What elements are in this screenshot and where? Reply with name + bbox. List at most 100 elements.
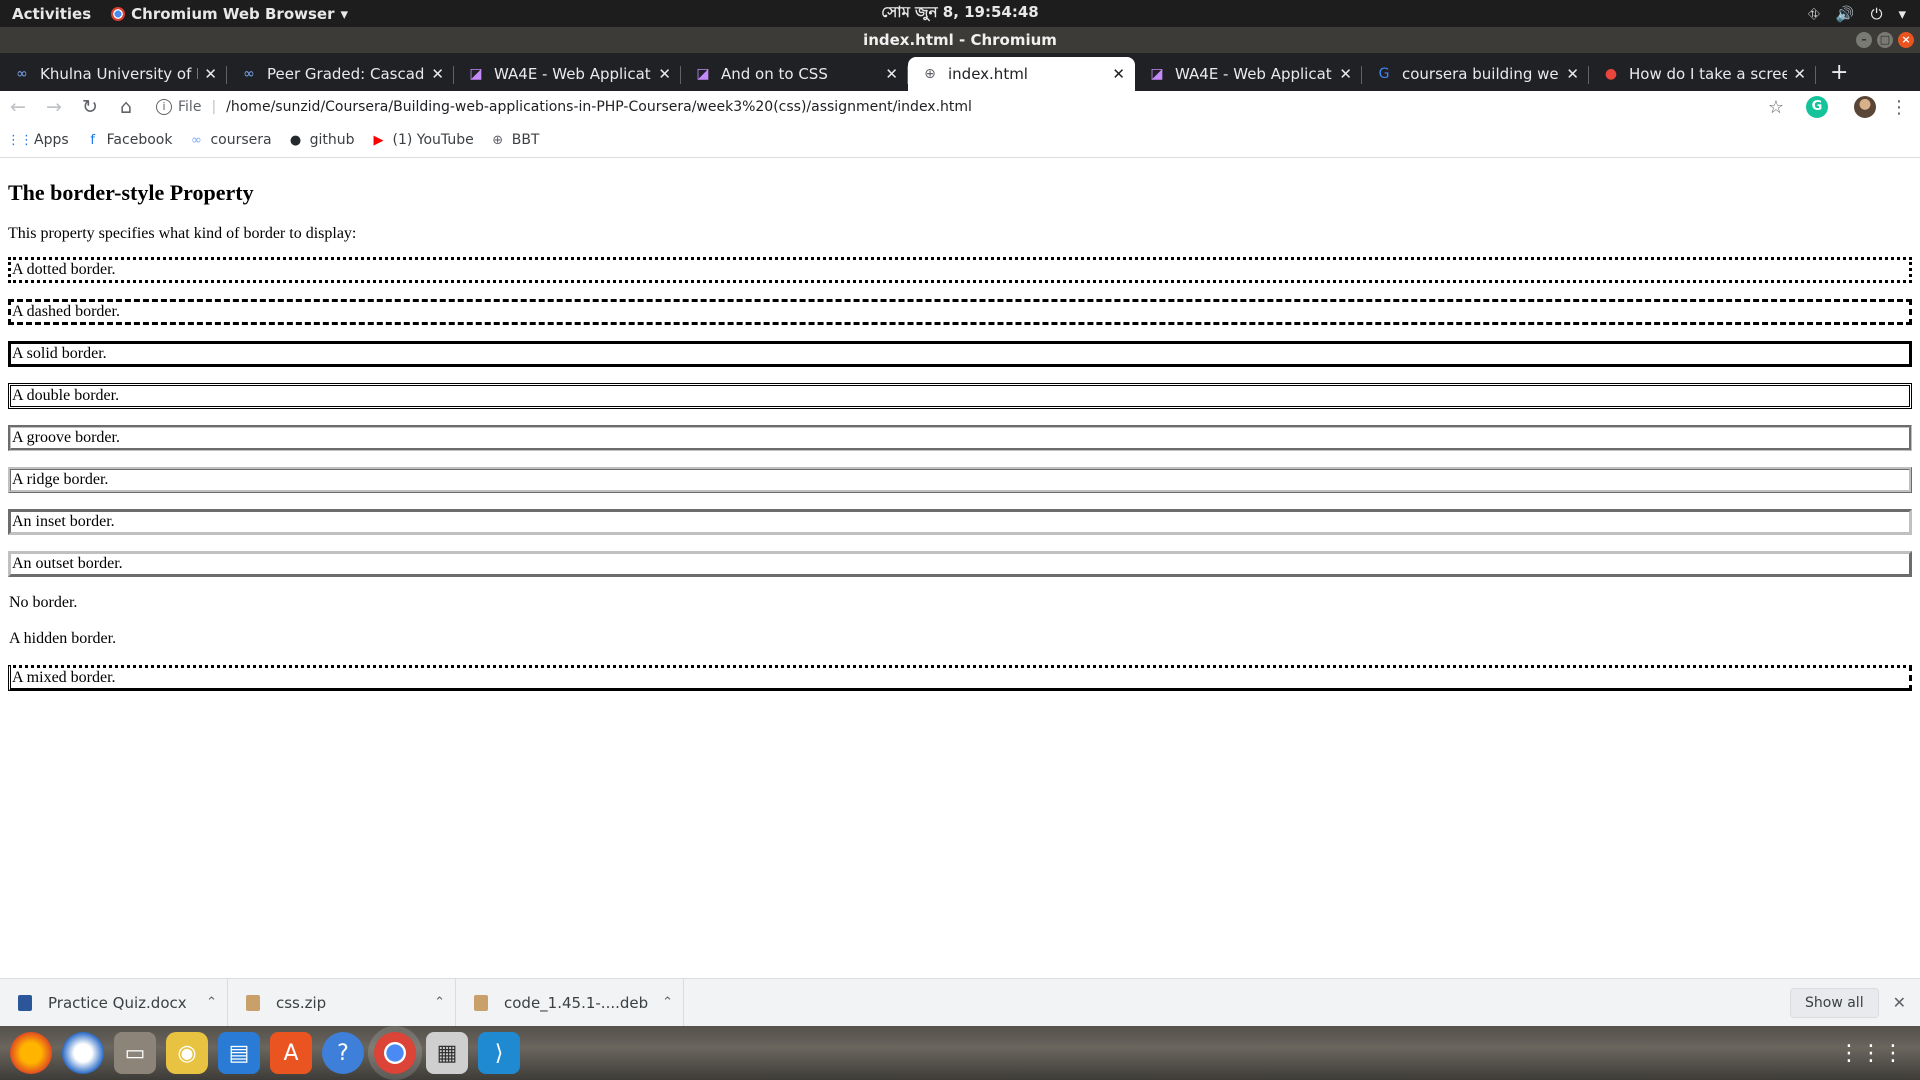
page-heading: The border-style Property bbox=[8, 180, 254, 205]
power-icon[interactable]: ⏻ bbox=[1871, 5, 1883, 23]
address-bar[interactable]: i File | /home/sunzid/Coursera/Building-… bbox=[150, 93, 1790, 121]
bookmark-coursera[interactable]: ∞ coursera bbox=[188, 132, 272, 148]
tab-3[interactable]: ◪ WA4E - Web Applications for Everybody ✕ bbox=[454, 57, 681, 91]
help-icon[interactable]: ? bbox=[322, 1032, 364, 1074]
caret-down-icon: ▾ bbox=[340, 4, 349, 23]
home-button[interactable]: ⌂ bbox=[108, 96, 144, 118]
archive-icon bbox=[246, 994, 260, 1011]
show-applications-icon[interactable]: ⋮⋮⋮ bbox=[1838, 1041, 1904, 1066]
bookmark-1-youtube[interactable]: ▶ (1) YouTube bbox=[371, 132, 474, 148]
forward-button[interactable]: → bbox=[36, 96, 72, 118]
download-filename: code_1.45.1-....deb bbox=[504, 993, 649, 1012]
tab-separator bbox=[1815, 66, 1816, 84]
window-title-bar: index.html - Chromium – □ × bbox=[0, 27, 1920, 53]
wa4e-icon: ◪ bbox=[696, 66, 710, 82]
chevron-up-icon[interactable]: ⌃ bbox=[206, 995, 217, 1010]
tab-title: WA4E - Web Applications for Everybody bbox=[1175, 65, 1333, 83]
firefox-icon[interactable] bbox=[10, 1032, 52, 1074]
files-icon[interactable]: ▭ bbox=[114, 1032, 156, 1074]
close-tab-icon[interactable]: ✕ bbox=[885, 65, 898, 83]
grammarly-extension-icon[interactable]: G bbox=[1806, 96, 1828, 118]
app-menu[interactable]: Chromium Web Browser ▾ bbox=[111, 5, 348, 23]
bookmark-facebook[interactable]: f Facebook bbox=[85, 132, 172, 148]
vscode-icon[interactable]: ⟩ bbox=[478, 1032, 520, 1074]
bookmark-label: BBT bbox=[511, 132, 540, 148]
download-item[interactable]: code_1.45.1-....deb ⌃ bbox=[456, 978, 684, 1027]
dashed-border-paragraph: A dashed border. bbox=[8, 299, 1912, 325]
back-button[interactable]: ← bbox=[0, 96, 36, 118]
none-border-paragraph: No border. bbox=[9, 594, 78, 611]
reload-button[interactable]: ↻ bbox=[72, 96, 108, 118]
border-examples: A dotted border. A dashed border. A solid … bbox=[8, 257, 1912, 691]
tab-7[interactable]: Gcoursera building web applications ✕ bbox=[1362, 57, 1589, 91]
dotted-border-paragraph: A dotted border. bbox=[8, 257, 1912, 283]
libreoffice-writer-icon[interactable]: ▤ bbox=[218, 1032, 260, 1074]
double-border-paragraph: A double border. bbox=[8, 383, 1912, 409]
tab-title: WA4E - Web Applications for Everybody bbox=[494, 65, 652, 83]
new-tab-button[interactable]: + bbox=[1830, 60, 1848, 85]
mixed-border-paragraph: A mixed border. bbox=[8, 665, 1912, 691]
kebab-menu-icon[interactable]: ⋮ bbox=[1890, 97, 1908, 118]
download-filename: Practice Quiz.docx bbox=[48, 993, 187, 1012]
close-tab-icon[interactable]: ✕ bbox=[1112, 65, 1125, 83]
software-center-icon[interactable]: A bbox=[270, 1032, 312, 1074]
maximize-button[interactable]: □ bbox=[1877, 32, 1893, 48]
download-item[interactable]: Practice Quiz.docx ⌃ bbox=[0, 978, 228, 1027]
bookmark-label: (1) YouTube bbox=[392, 132, 474, 148]
download-item[interactable]: css.zip ⌃ bbox=[228, 978, 456, 1027]
network-icon[interactable]: ⛗ bbox=[1808, 5, 1820, 23]
github-icon: ● bbox=[289, 132, 302, 148]
tab-8[interactable]: ● How do I take a screenshot ✕ bbox=[1589, 57, 1816, 91]
close-tab-icon[interactable]: ✕ bbox=[1793, 65, 1806, 83]
address-url[interactable]: /home/sunzid/Coursera/Building-web-appli… bbox=[226, 99, 972, 115]
address-scheme: File bbox=[178, 99, 202, 115]
close-tab-icon[interactable]: ✕ bbox=[204, 65, 217, 83]
tab-4[interactable]: ◪ And on to CSS ✕ bbox=[681, 57, 908, 91]
tab-1[interactable]: ∞ Khulna University of Engineering ✕ bbox=[0, 57, 227, 91]
bookmark-bbt[interactable]: ⊕ BBT bbox=[490, 132, 540, 148]
activities-button[interactable]: Activities bbox=[12, 5, 91, 23]
page-intro: This property specifies what kind of bor… bbox=[8, 225, 357, 242]
ask-icon: ● bbox=[1604, 66, 1618, 82]
tab-strip: ∞ Khulna University of Engineering ✕ ∞ Peer … bbox=[0, 53, 1920, 91]
hidden-border-paragraph: A hidden border. bbox=[9, 630, 117, 647]
download-filename: css.zip bbox=[276, 993, 327, 1012]
info-icon[interactable]: i bbox=[156, 99, 172, 115]
rhythmbox-icon[interactable]: ◉ bbox=[166, 1032, 208, 1074]
close-tab-icon[interactable]: ✕ bbox=[1339, 65, 1352, 83]
close-window-button[interactable]: × bbox=[1898, 32, 1914, 48]
document-icon bbox=[18, 994, 32, 1011]
tab-2[interactable]: ∞ Peer Graded: Cascading Style Sheets ✕ bbox=[227, 57, 454, 91]
profile-avatar[interactable] bbox=[1854, 96, 1876, 118]
chevron-up-icon[interactable]: ⌃ bbox=[434, 995, 445, 1010]
bookmark-label: github bbox=[309, 132, 355, 148]
window-title: index.html - Chromium bbox=[863, 31, 1057, 49]
tab-title: How do I take a screenshot bbox=[1629, 65, 1788, 83]
chevron-up-icon[interactable]: ⌃ bbox=[662, 995, 673, 1010]
close-tab-icon[interactable]: ✕ bbox=[431, 65, 444, 83]
tab-6[interactable]: ◪ WA4E - Web Applications for Everybody ✕ bbox=[1135, 57, 1362, 91]
system-tray[interactable]: ⛗ 🔊 ⏻ ▾ bbox=[1808, 0, 1906, 27]
close-tab-icon[interactable]: ✕ bbox=[1566, 65, 1579, 83]
facebook-icon: f bbox=[90, 132, 95, 148]
caret-down-icon[interactable]: ▾ bbox=[1898, 5, 1906, 23]
chromium-icon[interactable] bbox=[374, 1032, 416, 1074]
volume-icon[interactable]: 🔊 bbox=[1836, 5, 1855, 23]
bookmark-label: coursera bbox=[210, 132, 272, 148]
tab-title: And on to CSS bbox=[721, 65, 828, 83]
apps-grid-icon: ⋮⋮ bbox=[7, 132, 33, 148]
bookmark-github[interactable]: ● github bbox=[288, 132, 355, 148]
minimize-button[interactable]: – bbox=[1856, 32, 1872, 48]
close-tab-icon[interactable]: ✕ bbox=[658, 65, 671, 83]
close-icon[interactable]: ✕ bbox=[1893, 993, 1906, 1012]
thunderbird-icon[interactable] bbox=[62, 1032, 104, 1074]
tab-5[interactable]: ⊕ index.html ✕ bbox=[908, 57, 1135, 91]
bookmark-star-icon[interactable]: ☆ bbox=[1768, 97, 1784, 118]
bookmark-apps[interactable]: ⋮⋮ Apps bbox=[7, 132, 69, 148]
show-all-button[interactable]: Show all bbox=[1790, 987, 1879, 1018]
coursera-infinity-icon: ∞ bbox=[243, 66, 255, 82]
gnome-top-bar: Activities Chromium Web Browser ▾ সোম জু… bbox=[0, 0, 1920, 27]
youtube-icon: ▶ bbox=[373, 132, 384, 148]
coursera-infinity-icon: ∞ bbox=[16, 66, 28, 82]
screenshot-icon[interactable]: ▦ bbox=[426, 1032, 468, 1074]
